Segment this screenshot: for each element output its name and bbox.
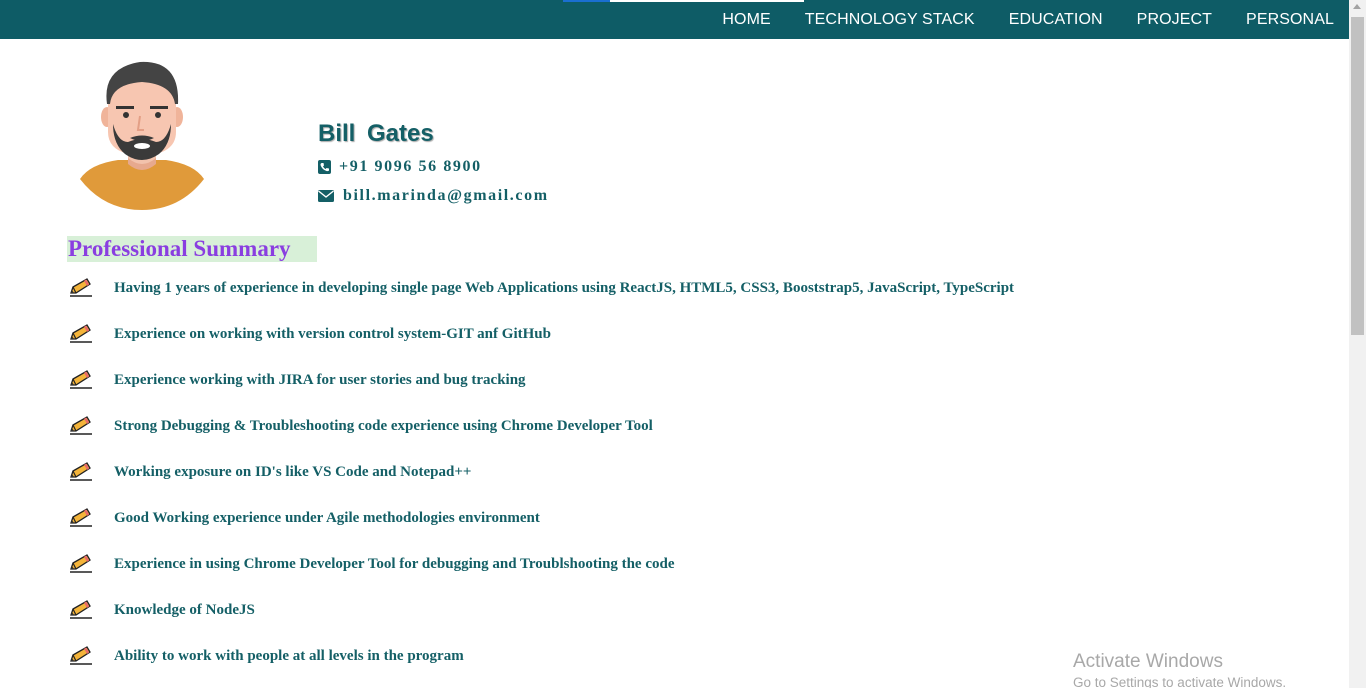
- pencil-icon: [70, 324, 92, 343]
- summary-item-text: Experience on working with version contr…: [114, 326, 551, 342]
- nav-link-home[interactable]: HOME: [722, 11, 770, 29]
- pencil-icon: [70, 508, 92, 527]
- list-item: Good Working experience under Agile meth…: [68, 506, 1014, 552]
- top-navbar: HOME TECHNOLOGY STACK EDUCATION PROJECT …: [0, 0, 1349, 39]
- phone-number: +91 9096 56 8900: [339, 158, 482, 175]
- list-item: Working exposure on ID's like VS Code an…: [68, 460, 1014, 506]
- list-item: Strong Debugging & Troubleshooting code …: [68, 414, 1014, 460]
- nav-links: HOME TECHNOLOGY STACK EDUCATION PROJECT …: [688, 0, 1334, 39]
- pencil-icon: [70, 416, 92, 435]
- list-item: Experience working with JIRA for user st…: [68, 368, 1014, 414]
- scroll-up-arrow-icon[interactable]: [1353, 4, 1361, 9]
- summary-item-text: Experience working with JIRA for user st…: [114, 372, 526, 388]
- watermark-title: Activate Windows: [1073, 651, 1223, 672]
- pencil-icon: [70, 370, 92, 389]
- pencil-icon: [70, 554, 92, 573]
- nav-link-personal[interactable]: PERSONAL: [1246, 11, 1334, 29]
- email-address: bill.marinda@gmail.com: [343, 187, 549, 204]
- activate-windows-watermark: Activate Windows Go to Settings to activ…: [1073, 651, 1286, 688]
- summary-item-text: Experience in using Chrome Developer Too…: [114, 556, 675, 572]
- pencil-icon: [70, 646, 92, 665]
- pencil-icon: [70, 600, 92, 619]
- envelope-icon: [318, 190, 334, 202]
- phone-icon: [318, 160, 331, 174]
- summary-item-text: Strong Debugging & Troubleshooting code …: [114, 418, 653, 434]
- vertical-scrollbar[interactable]: [1349, 0, 1366, 688]
- summary-list: Having 1 years of experience in developi…: [68, 276, 1014, 688]
- avatar: [80, 61, 204, 210]
- nav-link-technology-stack[interactable]: TECHNOLOGY STACK: [805, 11, 975, 29]
- email-row: bill.marinda@gmail.com: [318, 187, 549, 205]
- nav-link-project[interactable]: PROJECT: [1137, 11, 1212, 29]
- summary-item-text: Good Working experience under Agile meth…: [114, 510, 540, 526]
- summary-item-text: Working exposure on ID's like VS Code an…: [114, 464, 472, 480]
- profile-name: Bill Gates: [318, 120, 434, 147]
- list-item: Knowledge of NodeJS: [68, 598, 1014, 644]
- watermark-subtitle: Go to Settings to activate Windows.: [1073, 675, 1287, 688]
- list-item: Having 1 years of experience in developi…: [68, 276, 1014, 322]
- phone-row: +91 9096 56 8900: [318, 158, 482, 176]
- nav-link-education[interactable]: EDUCATION: [1009, 11, 1103, 29]
- list-item: Experience in using Chrome Developer Too…: [68, 552, 1014, 598]
- pencil-icon: [70, 462, 92, 481]
- summary-item-text: Ability to work with people at all level…: [114, 648, 464, 664]
- pencil-icon: [70, 278, 92, 297]
- professional-summary-heading: Professional Summary: [67, 236, 317, 262]
- summary-item-text: Knowledge of NodeJS: [114, 602, 255, 618]
- summary-item-text: Having 1 years of experience in developi…: [114, 280, 1015, 296]
- scrollbar-thumb[interactable]: [1351, 17, 1364, 335]
- list-item: Experience on working with version contr…: [68, 322, 1014, 368]
- list-item: Ability to work with people at all level…: [68, 644, 1014, 688]
